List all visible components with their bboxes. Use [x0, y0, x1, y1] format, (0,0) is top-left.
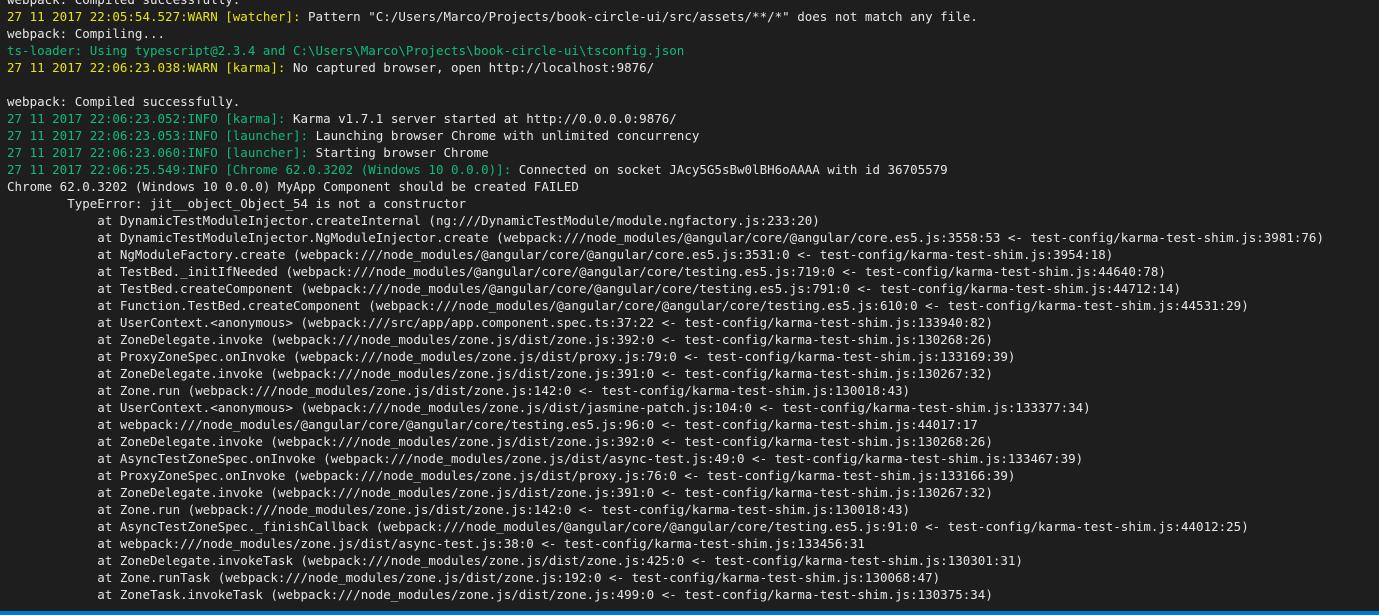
terminal-text-segment: Karma v1.7.1 server started at http://0.… — [292, 111, 677, 126]
terminal-line: at AsyncTestZoneSpec.onInvoke (webpack:/… — [7, 450, 1379, 467]
terminal-line: at Zone.run (webpack:///node_modules/zon… — [7, 382, 1379, 399]
terminal-text-segment: at ProxyZoneSpec.onInvoke (webpack:///no… — [7, 349, 1016, 364]
terminal-line: at ZoneDelegate.invoke (webpack:///node_… — [7, 433, 1379, 450]
terminal-text-segment: at DynamicTestModuleInjector.NgModuleInj… — [7, 230, 1324, 245]
terminal-line: at TestBed._initIfNeeded (webpack:///nod… — [7, 263, 1379, 280]
terminal-text-segment: No captured browser, open http://localho… — [292, 60, 655, 75]
terminal-text-segment: 27 11 2017 22:06:23.038:WARN [karma]: — [7, 60, 293, 75]
terminal-line: ts-loader: Using typescript@2.3.4 and C:… — [7, 42, 1379, 59]
terminal-text-segment: Launching browser Chrome with unlimited … — [315, 128, 700, 143]
terminal-text-segment: at ZoneDelegate.invokeTask (webpack:///n… — [7, 553, 1023, 568]
terminal-text-segment: 27 11 2017 22:06:23.053:INFO [launcher]: — [7, 128, 316, 143]
terminal-line: 27 11 2017 22:06:23.053:INFO [launcher]:… — [7, 127, 1379, 144]
terminal-text-segment: at UserContext.<anonymous> (webpack:///s… — [7, 315, 993, 330]
terminal-text-segment: at Zone.run (webpack:///node_modules/zon… — [7, 383, 911, 398]
terminal-line: at TestBed.createComponent (webpack:///n… — [7, 280, 1379, 297]
terminal-text-segment: TypeError: jit__object_Object_54 is not … — [7, 196, 467, 211]
terminal-line: 27 11 2017 22:06:23.060:INFO [launcher]:… — [7, 144, 1379, 161]
terminal-line: at ZoneDelegate.invoke (webpack:///node_… — [7, 365, 1379, 382]
terminal-line: webpack: Compiled successfully. — [7, 93, 1379, 110]
terminal-text-segment: at ZoneDelegate.invoke (webpack:///node_… — [7, 485, 993, 500]
terminal-text-segment: at webpack:///node_modules/zone.js/dist/… — [7, 536, 865, 551]
terminal-line: Chrome 62.0.3202 (Windows 10 0.0.0) MyAp… — [7, 178, 1379, 195]
terminal-line: at NgModuleFactory.create (webpack:///no… — [7, 246, 1379, 263]
terminal-panel[interactable]: webpack: Compiled successfully.27 11 201… — [0, 0, 1379, 615]
terminal-line: at ProxyZoneSpec.onInvoke (webpack:///no… — [7, 467, 1379, 484]
terminal-text-segment: 27 11 2017 22:06:25.549:INFO [Chrome 62.… — [7, 162, 519, 177]
terminal-line: at UserContext.<anonymous> (webpack:///n… — [7, 399, 1379, 416]
terminal-line: at webpack:///node_modules/zone.js/dist/… — [7, 535, 1379, 552]
terminal-text-segment: webpack: Compiled successfully. — [7, 94, 241, 109]
terminal-line: at UserContext.<anonymous> (webpack:///s… — [7, 314, 1379, 331]
terminal-text-segment: ts-loader: Using typescript@2.3.4 and C:… — [7, 43, 685, 58]
terminal-line: at AsyncTestZoneSpec._finishCallback (we… — [7, 518, 1379, 535]
terminal-line: at DynamicTestModuleInjector.NgModuleInj… — [7, 229, 1379, 246]
terminal-line: 27 11 2017 22:05:54.527:WARN [watcher]: … — [7, 8, 1379, 25]
terminal-line: at Function.TestBed.createComponent (web… — [7, 297, 1379, 314]
terminal-output: webpack: Compiled successfully.27 11 201… — [7, 0, 1379, 603]
terminal-line: 27 11 2017 22:06:25.549:INFO [Chrome 62.… — [7, 161, 1379, 178]
terminal-text-segment: webpack: Compiling... — [7, 26, 166, 41]
terminal-line: at ZoneDelegate.invokeTask (webpack:///n… — [7, 552, 1379, 569]
terminal-text-segment: at ZoneDelegate.invoke (webpack:///node_… — [7, 366, 993, 381]
terminal-line: at DynamicTestModuleInjector.createInter… — [7, 212, 1379, 229]
terminal-text-segment: at DynamicTestModuleInjector.createInter… — [7, 213, 820, 228]
terminal-line: at webpack:///node_modules/@angular/core… — [7, 416, 1379, 433]
terminal-text-segment: at ProxyZoneSpec.onInvoke (webpack:///no… — [7, 468, 1016, 483]
terminal-text-segment: at TestBed._initIfNeeded (webpack:///nod… — [7, 264, 1166, 279]
terminal-text-segment: Connected on socket JAcy5G5sBw0lBH6oAAAA… — [518, 162, 948, 177]
terminal-line: at Zone.runTask (webpack:///node_modules… — [7, 569, 1379, 586]
terminal-text-segment: at Zone.runTask (webpack:///node_modules… — [7, 570, 941, 585]
terminal-text-segment: at Zone.run (webpack:///node_modules/zon… — [7, 502, 911, 517]
terminal-line: 27 11 2017 22:06:23.038:WARN [karma]: No… — [7, 59, 1379, 76]
terminal-text-segment: 27 11 2017 22:06:23.052:INFO [karma]: — [7, 111, 293, 126]
terminal-text-segment: at AsyncTestZoneSpec._finishCallback (we… — [7, 519, 1249, 534]
terminal-text-segment: at AsyncTestZoneSpec.onInvoke (webpack:/… — [7, 451, 1084, 466]
terminal-text-segment: 27 11 2017 22:06:23.060:INFO [launcher]: — [7, 145, 316, 160]
terminal-text-segment: at ZoneDelegate.invoke (webpack:///node_… — [7, 332, 993, 347]
terminal-line: at ProxyZoneSpec.onInvoke (webpack:///no… — [7, 348, 1379, 365]
terminal-text-segment: Chrome 62.0.3202 (Windows 10 0.0.0) MyAp… — [7, 179, 579, 194]
terminal-text-segment: Starting browser Chrome — [315, 145, 489, 160]
terminal-text-segment: at webpack:///node_modules/@angular/core… — [7, 417, 978, 432]
terminal-text-segment: at NgModuleFactory.create (webpack:///no… — [7, 247, 1114, 262]
terminal-line: at ZoneTask.invokeTask (webpack:///node_… — [7, 586, 1379, 603]
terminal-line: at Zone.run (webpack:///node_modules/zon… — [7, 501, 1379, 518]
terminal-text-segment: Pattern "C:/Users/Marco/Projects/book-ci… — [308, 9, 978, 24]
terminal-text-segment: at ZoneDelegate.invoke (webpack:///node_… — [7, 434, 993, 449]
terminal-line: TypeError: jit__object_Object_54 is not … — [7, 195, 1379, 212]
terminal-text-segment: at TestBed.createComponent (webpack:///n… — [7, 281, 1181, 296]
terminal-text-segment: at UserContext.<anonymous> (webpack:///n… — [7, 400, 1091, 415]
terminal-line: at ZoneDelegate.invoke (webpack:///node_… — [7, 484, 1379, 501]
terminal-text-segment: at ZoneTask.invokeTask (webpack:///node_… — [7, 587, 993, 602]
terminal-line: webpack: Compiling... — [7, 25, 1379, 42]
terminal-line: webpack: Compiled successfully. — [7, 0, 1379, 8]
status-bar — [0, 611, 1379, 615]
terminal-text-segment: at Function.TestBed.createComponent (web… — [7, 298, 1249, 313]
terminal-text-segment: 27 11 2017 22:05:54.527:WARN [watcher]: — [7, 9, 309, 24]
terminal-text-segment: webpack: Compiled successfully. — [7, 0, 240, 7]
terminal-line: at ZoneDelegate.invoke (webpack:///node_… — [7, 331, 1379, 348]
terminal-line: 27 11 2017 22:06:23.052:INFO [karma]: Ka… — [7, 110, 1379, 127]
